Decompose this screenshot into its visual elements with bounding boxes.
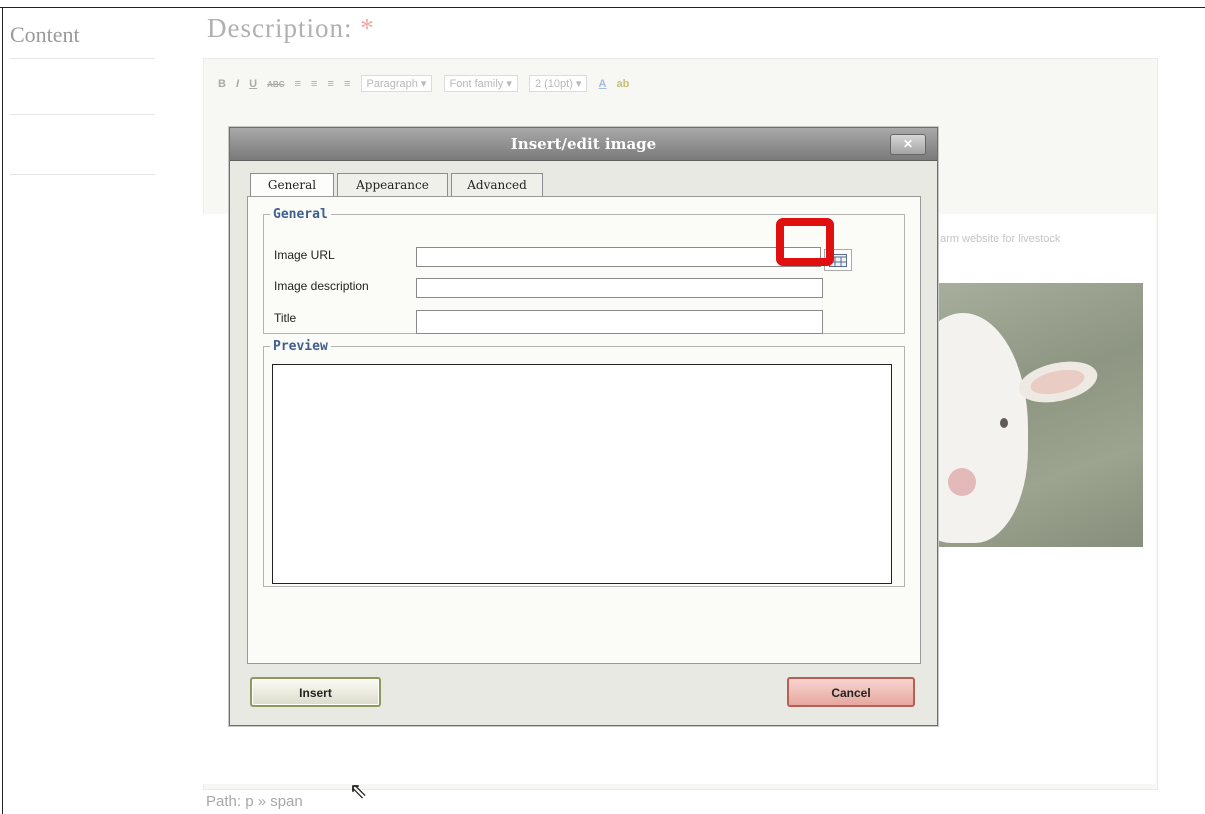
browse-highlight-frame xyxy=(776,218,834,266)
sidebar-divider xyxy=(10,58,155,59)
sidebar-divider xyxy=(10,114,155,115)
strikethrough-button[interactable]: ABC xyxy=(267,80,284,89)
editor-toolbar-row-1: B I U ABC ≡ ≡ ≡ ≡ Paragraph ▾ Font famil… xyxy=(218,75,636,92)
font-size-value: 2 (10pt) xyxy=(534,78,573,90)
font-size-select[interactable]: 2 (10pt) ▾ xyxy=(528,75,588,92)
dialog-titlebar[interactable]: Insert/edit image ✕ xyxy=(230,128,937,161)
required-marker: * xyxy=(360,13,375,43)
image-url-input[interactable] xyxy=(416,247,821,267)
format-select[interactable]: Paragraph ▾ xyxy=(360,75,433,92)
tab-panel-general: General Image URL Image description Titl… xyxy=(247,196,921,664)
align-justify-button[interactable]: ≡ xyxy=(344,78,350,90)
lamb-eye-shape xyxy=(1000,418,1008,428)
editor-status-path: Path: p » span xyxy=(206,793,303,810)
description-heading: Description: * xyxy=(207,13,375,44)
close-icon: ✕ xyxy=(902,137,914,151)
underline-button[interactable]: U xyxy=(249,78,257,90)
preview-legend: Preview xyxy=(273,339,328,354)
tab-advanced[interactable]: Advanced xyxy=(451,173,543,196)
format-select-value: Paragraph xyxy=(366,78,418,90)
background-content-fragment: arm website for livestock xyxy=(940,233,1061,245)
italic-button[interactable]: I xyxy=(236,78,239,90)
lamb-nose-shape xyxy=(948,468,976,496)
general-fieldset: General Image URL Image description Titl… xyxy=(263,207,905,334)
dialog-title: Insert/edit image xyxy=(510,135,657,153)
general-legend: General xyxy=(273,207,328,222)
title-label: Title xyxy=(274,311,297,325)
preview-fieldset: Preview xyxy=(263,339,905,587)
page-top-border xyxy=(0,7,1205,8)
tab-appearance[interactable]: Appearance xyxy=(337,173,448,196)
insert-image-dialog: Insert/edit image ✕ General Appearance A… xyxy=(229,127,938,726)
mouse-cursor-icon: ⇖ xyxy=(349,778,368,803)
image-description-label: Image description xyxy=(274,279,369,293)
image-url-label: Image URL xyxy=(274,248,335,262)
align-right-button[interactable]: ≡ xyxy=(328,78,334,90)
tab-general[interactable]: General xyxy=(250,173,334,198)
lamb-head-shape xyxy=(938,313,1028,543)
image-description-input[interactable] xyxy=(416,278,823,298)
sidebar-title: Content xyxy=(10,22,80,47)
font-family-value: Font family xyxy=(449,78,504,90)
bold-button[interactable]: B xyxy=(218,78,226,90)
insert-button[interactable]: Insert xyxy=(250,677,381,707)
highlight-color-icon[interactable]: ab xyxy=(617,78,630,90)
sidebar: Content xyxy=(0,8,165,814)
description-label: Description: xyxy=(207,13,353,43)
sidebar-divider xyxy=(10,174,155,175)
align-left-button[interactable]: ≡ xyxy=(295,78,301,90)
close-button[interactable]: ✕ xyxy=(890,134,926,155)
image-preview-area xyxy=(272,364,892,584)
font-family-select[interactable]: Font family ▾ xyxy=(443,75,518,92)
title-input[interactable] xyxy=(416,310,823,334)
cancel-button[interactable]: Cancel xyxy=(787,677,915,707)
lamb-image xyxy=(938,283,1143,547)
text-color-icon[interactable]: A xyxy=(599,78,607,90)
align-center-button[interactable]: ≡ xyxy=(311,78,317,90)
